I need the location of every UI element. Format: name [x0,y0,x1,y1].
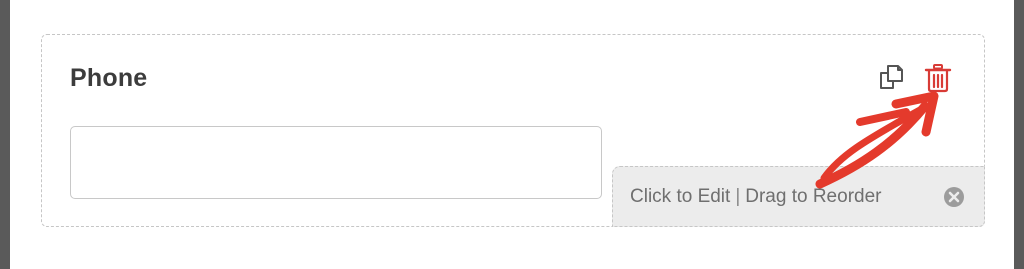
field-label: Phone [70,64,148,92]
window-frame-right [1014,0,1024,269]
drag-to-reorder-handle[interactable]: Drag to Reorder [745,186,881,207]
edit-bar-label: Click to Edit | Drag to Reorder [630,186,881,208]
window-frame-left [0,0,10,269]
phone-input[interactable] [70,126,602,199]
duplicate-icon[interactable] [876,62,908,94]
close-circle-icon[interactable] [943,186,965,208]
separator: | [735,186,741,207]
click-to-edit-link[interactable]: Click to Edit [630,186,730,207]
trash-icon[interactable] [922,62,954,94]
